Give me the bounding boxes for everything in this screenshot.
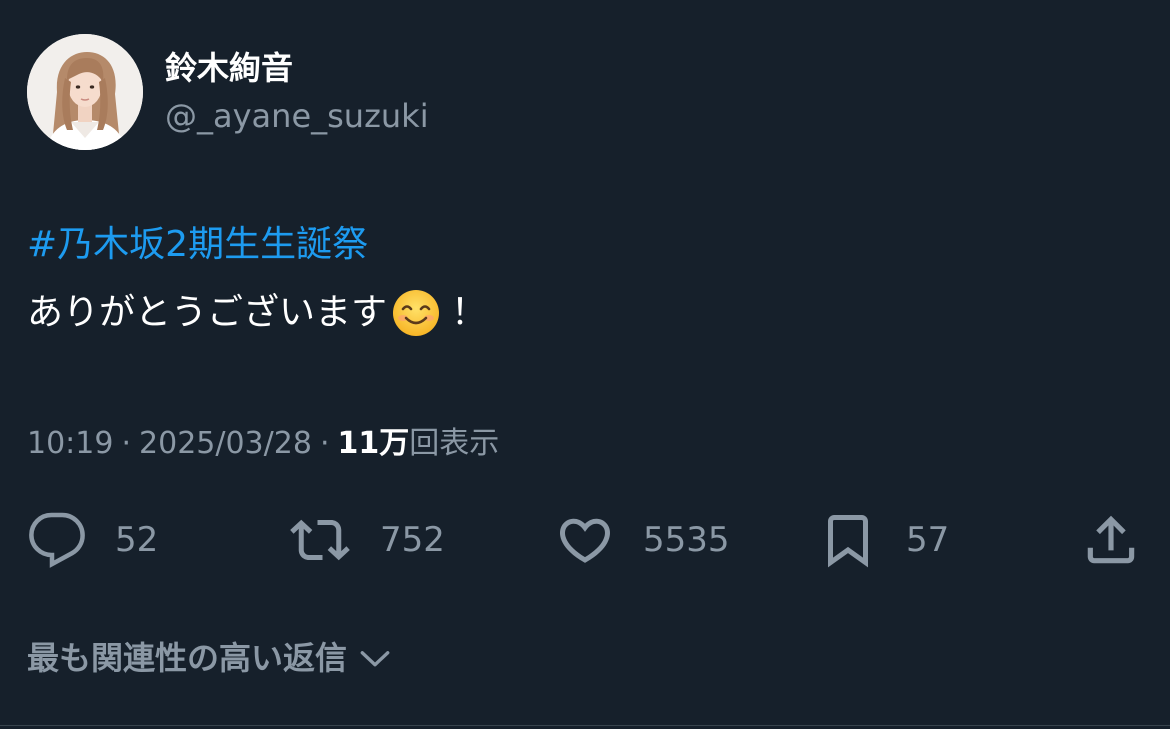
retweet-button[interactable]: 752	[288, 508, 445, 572]
reply-button[interactable]: 52	[27, 508, 158, 572]
heart-icon	[559, 518, 611, 563]
tweet-date[interactable]: 2025/03/28	[139, 426, 312, 461]
avatar[interactable]	[27, 34, 143, 150]
smiling-face-icon	[391, 288, 441, 338]
reply-sort-dropdown[interactable]: 最も関連性の高い返信	[27, 636, 393, 680]
tweet-text: ありがとうございます ！	[27, 288, 487, 338]
like-count: 5535	[643, 520, 730, 560]
share-button[interactable]	[1080, 508, 1142, 572]
meta-separator: ·	[121, 426, 132, 461]
user-handle[interactable]: @_ayane_suzuki	[165, 96, 429, 136]
display-name[interactable]: 鈴木絢音	[165, 48, 429, 88]
views-label: 回表示	[409, 426, 500, 461]
chevron-down-icon	[360, 651, 390, 667]
tweet-text-suffix: ！	[451, 292, 488, 333]
reply-count: 52	[115, 520, 159, 560]
bookmark-count: 57	[906, 520, 950, 560]
tweet-header: 鈴木絢音 @_ayane_suzuki	[27, 34, 1127, 150]
tweet-time[interactable]: 10:19	[27, 426, 113, 461]
share-icon	[1087, 515, 1135, 564]
bookmark-icon	[828, 515, 868, 568]
tweet-text-main: ありがとうございます	[27, 292, 388, 333]
like-button[interactable]: 5535	[555, 508, 730, 572]
action-bar: 52 752 5535 57	[0, 508, 1170, 572]
reply-icon	[29, 512, 85, 568]
retweet-count: 752	[380, 520, 445, 560]
tweet-meta: 10:19 · 2025/03/28 · 11万回表示	[27, 424, 499, 464]
divider	[0, 725, 1170, 726]
retweet-icon	[290, 519, 350, 561]
hashtag-link[interactable]: #乃木坂2期生生誕祭	[27, 222, 368, 268]
meta-separator: ·	[319, 426, 330, 461]
bookmark-button[interactable]: 57	[818, 508, 949, 572]
views-count: 11万	[337, 426, 410, 461]
reply-sort-label: 最も関連性の高い返信	[27, 639, 348, 677]
